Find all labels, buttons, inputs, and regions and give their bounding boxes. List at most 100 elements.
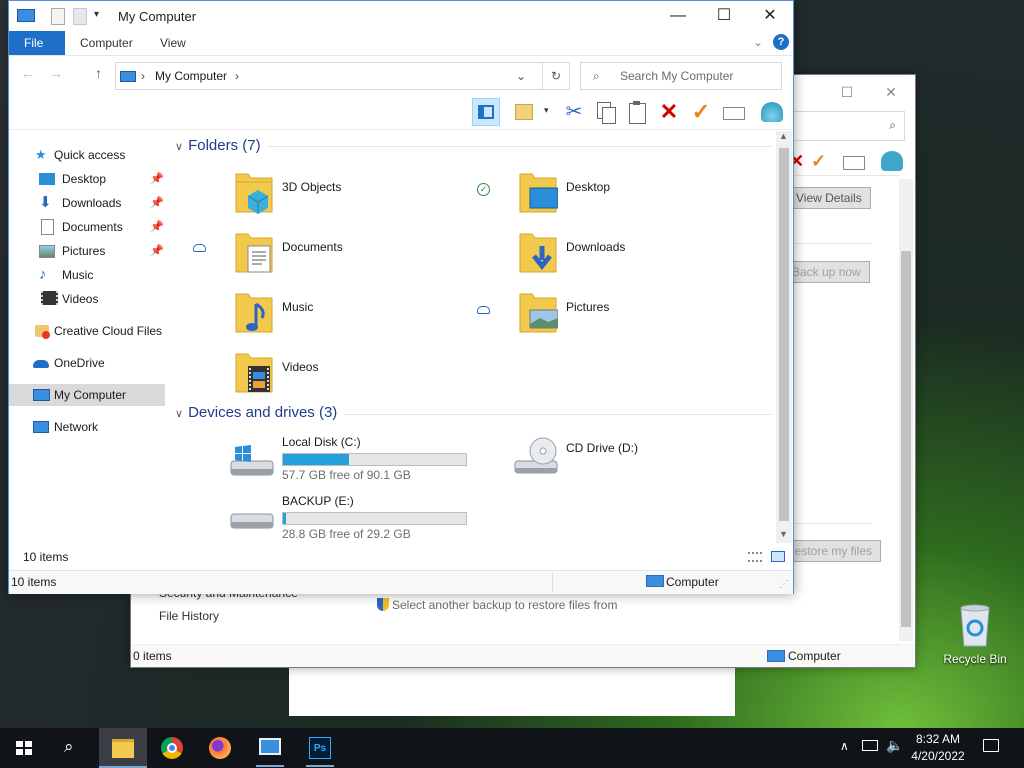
tab-file[interactable]: File (9, 31, 65, 55)
folder-3d-objects[interactable]: 3D Objects (234, 168, 494, 224)
folder-documents[interactable]: Documents (193, 228, 494, 284)
search-button[interactable]: ⌕ (48, 728, 96, 768)
file-history-link[interactable]: File History (159, 609, 219, 623)
network-tray-icon[interactable] (862, 740, 878, 751)
back-icon[interactable]: ← (21, 65, 35, 81)
nav-network[interactable]: Network (9, 416, 165, 438)
minimize-button[interactable]: — (655, 1, 701, 31)
pin-icon[interactable]: 📌 (150, 240, 164, 262)
address-row: ← → ↑ › My Computer › ⌄ ↻ ⌕ Search My Co… (9, 57, 793, 93)
bg-shell-icon[interactable] (881, 151, 903, 171)
folder-music[interactable]: Music (234, 288, 494, 344)
refresh-icon[interactable]: ↻ (542, 62, 570, 90)
notification-icon[interactable] (983, 739, 999, 752)
select-backup-link[interactable]: Select another backup to restore files f… (377, 598, 617, 612)
drive-c[interactable]: Local Disk (C:) 57.7 GB free of 90.1 GB (229, 433, 489, 491)
up-icon[interactable]: ↑ (95, 65, 102, 81)
content-scrollbar[interactable]: ▲ ▼ (776, 131, 792, 543)
back-up-now-button[interactable]: Back up now (783, 261, 870, 283)
start-button[interactable] (0, 728, 48, 768)
drives-group-header[interactable]: ∨ Devices and drives (3) (175, 401, 337, 425)
nav-creative-cloud[interactable]: Creative Cloud Files (9, 320, 165, 342)
bg-status-bar: 0 items Computer (131, 644, 915, 667)
scroll-up-icon[interactable]: ▲ (779, 131, 788, 141)
tab-view[interactable]: View (145, 31, 201, 55)
nav-music[interactable]: ♪ Music (9, 264, 165, 286)
taskbar-control-panel[interactable] (246, 728, 294, 768)
pin-icon[interactable]: 📌 (150, 192, 164, 214)
maximize-button[interactable]: ☐ (701, 1, 747, 31)
folder-desktop[interactable]: ✓ Desktop (477, 168, 778, 224)
tiles-view-icon[interactable] (771, 551, 785, 562)
resize-grip-icon[interactable]: ⋰ (779, 573, 789, 596)
title-bar[interactable]: ▾ My Computer — ☐ ✕ (9, 1, 793, 31)
clock[interactable]: 8:32 AM 4/20/2022 (905, 731, 971, 765)
view-details-button[interactable]: View Details (787, 187, 871, 209)
address-bar[interactable]: › My Computer › ⌄ (115, 62, 543, 90)
nav-my-computer[interactable]: My Computer (9, 384, 165, 406)
bg-scrollbar[interactable] (899, 179, 913, 641)
bg-check-icon[interactable]: ✓ (811, 151, 826, 172)
paste-icon[interactable] (623, 98, 651, 126)
nav-documents[interactable]: Documents 📌 (9, 216, 165, 238)
address-dropdown-icon[interactable]: ⌄ (516, 63, 526, 89)
scroll-down-icon[interactable]: ▼ (779, 529, 788, 539)
address-crumb[interactable]: My Computer (155, 63, 227, 89)
bg-scrollbar-thumb[interactable] (901, 251, 911, 627)
layout-icon[interactable] (512, 98, 540, 126)
folder-pictures[interactable]: Pictures (477, 288, 778, 344)
recycle-bin[interactable]: Recycle Bin (940, 600, 1010, 670)
forward-icon[interactable]: → (49, 65, 63, 81)
details-view-icon[interactable] (748, 552, 762, 562)
bg-rename-icon[interactable] (843, 156, 865, 170)
bg-search-box[interactable]: ⌕ (793, 111, 905, 141)
collapse-chevron-icon[interactable]: ∨ (175, 408, 183, 420)
pin-icon[interactable]: 📌 (150, 216, 164, 238)
volume-icon[interactable]: 🔈 (886, 737, 903, 754)
nav-pictures[interactable]: Pictures 📌 (9, 240, 165, 262)
delete-icon[interactable]: ✕ (655, 98, 683, 126)
search-input[interactable]: ⌕ Search My Computer (580, 62, 782, 90)
properties-icon[interactable] (51, 8, 65, 25)
address-crumb-chevron-icon[interactable]: › (235, 63, 239, 89)
shell-icon[interactable] (759, 98, 787, 126)
drive-e[interactable]: BACKUP (E:) 28.8 GB free of 29.2 GB (229, 492, 489, 550)
customize-dropdown-icon[interactable]: ▾ (94, 9, 99, 20)
rename-icon[interactable] (720, 98, 748, 126)
taskbar-file-explorer[interactable] (99, 728, 147, 768)
taskbar-firefox[interactable] (196, 728, 244, 768)
folders-group-header[interactable]: ∨ Folders (7) (175, 134, 261, 158)
taskbar-photoshop[interactable]: Ps (296, 728, 344, 768)
close-button[interactable]: ✕ (747, 1, 793, 31)
search-icon: ⌕ (64, 737, 74, 756)
scrollbar-thumb[interactable] (779, 148, 789, 521)
preview-pane-icon[interactable] (472, 98, 500, 126)
bg-maximize-button[interactable]: ☐ (827, 81, 867, 103)
new-folder-icon[interactable] (73, 8, 87, 25)
nav-quick-access-label: Quick access (54, 148, 126, 162)
copy-icon[interactable] (591, 98, 619, 126)
help-icon[interactable]: ? (773, 34, 789, 50)
bg-status-count: 0 items (133, 649, 172, 663)
clock-date: 4/20/2022 (911, 749, 965, 763)
folder-downloads[interactable]: Downloads (518, 228, 778, 284)
check-icon[interactable]: ✓ (687, 98, 715, 126)
pin-icon[interactable]: 📌 (150, 168, 164, 190)
nav-quick-access[interactable]: ★ Quick access (9, 144, 165, 166)
collapse-chevron-icon[interactable]: ∨ (175, 141, 183, 153)
show-hidden-icons[interactable]: ∧ (840, 739, 849, 753)
bg-close-button[interactable]: ✕ (871, 81, 911, 103)
nav-onedrive[interactable]: OneDrive (9, 352, 165, 374)
nav-downloads[interactable]: ⬇ Downloads 📌 (9, 192, 165, 214)
drive-d[interactable]: CD Drive (D:) (513, 433, 773, 491)
taskbar-chrome[interactable] (148, 728, 196, 768)
layout-dropdown-icon[interactable]: ▾ (544, 105, 549, 116)
ribbon-expand-icon[interactable]: ⌄ (753, 35, 763, 49)
cut-icon[interactable]: ✂ (560, 98, 588, 126)
tab-computer[interactable]: Computer (65, 31, 148, 55)
my-computer-window[interactable]: ▾ My Computer — ☐ ✕ File Computer View ⌄… (8, 0, 794, 594)
folder-videos[interactable]: Videos (234, 348, 494, 404)
nav-desktop[interactable]: Desktop 📌 (9, 168, 165, 190)
nav-videos[interactable]: Videos (9, 288, 165, 310)
drive-c-label: Local Disk (C:) (282, 435, 361, 449)
